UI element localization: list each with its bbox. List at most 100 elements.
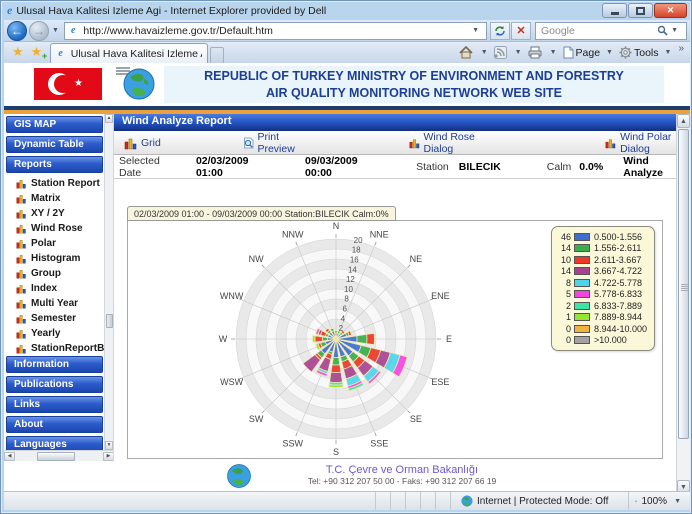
- stop-button[interactable]: ✕: [511, 21, 531, 40]
- main-vertical-scrollbar[interactable]: ▲ ▼: [676, 114, 690, 493]
- print-button[interactable]: [525, 46, 547, 59]
- sidebar-section-information[interactable]: Information: [6, 356, 103, 373]
- maximize-button[interactable]: [628, 3, 653, 18]
- minimize-button[interactable]: [602, 3, 627, 18]
- close-button[interactable]: ✕: [654, 3, 687, 18]
- chart-icon: [124, 138, 137, 149]
- scroll-right-icon[interactable]: ▶: [103, 451, 113, 461]
- sidebar-item-label: StationReportBaseFil: [31, 343, 113, 354]
- svg-text:14: 14: [348, 265, 357, 274]
- toolbar-overflow-icon[interactable]: »: [674, 43, 686, 62]
- chart-series-tab[interactable]: 02/03/2009 01:00 - 09/03/2009 00:00 Stat…: [127, 206, 396, 221]
- refresh-button[interactable]: [490, 21, 510, 40]
- legend-swatch: [573, 324, 590, 333]
- site-banner: ★ REPUBLIC OF TURKEY MINISTRY OF ENVIRON…: [4, 63, 690, 106]
- tools-dropdown-icon[interactable]: ▼: [662, 49, 675, 56]
- search-dropdown-icon[interactable]: ▼: [668, 27, 681, 34]
- zoom-control[interactable]: 100% ▼: [628, 492, 690, 510]
- search-placeholder[interactable]: Google: [541, 25, 657, 37]
- site-title: REPUBLIC OF TURKEY MINISTRY OF ENVIRONME…: [164, 66, 664, 103]
- sidebar-item-stationreportbasefil[interactable]: StationReportBaseFil: [6, 341, 113, 356]
- scroll-up-icon[interactable]: ▲: [105, 114, 113, 123]
- refresh-icon: [495, 25, 505, 36]
- feeds-button[interactable]: [491, 46, 512, 59]
- add-favorite-icon[interactable]: ★ +: [29, 44, 51, 63]
- sidebar-item-label: Polar: [31, 238, 57, 249]
- sidebar-item-yearly[interactable]: Yearly: [6, 326, 103, 341]
- sidebar-item-polar[interactable]: Polar: [6, 236, 103, 251]
- scroll-down-icon[interactable]: ▼: [105, 441, 113, 450]
- sidebar-section-about[interactable]: About: [6, 416, 103, 433]
- new-tab-button[interactable]: [210, 47, 225, 63]
- print-dropdown-icon[interactable]: ▼: [547, 49, 560, 56]
- main-scroll-thumb[interactable]: [678, 129, 689, 439]
- search-box[interactable]: Google ▼: [535, 21, 687, 40]
- sidebar-item-xy-2y[interactable]: XY / 2Y: [6, 206, 103, 221]
- tab-title: Ulusal Hava Kalitesi Izleme Agi: [70, 47, 203, 60]
- home-button[interactable]: [456, 46, 478, 59]
- sidebar-section-publications[interactable]: Publications: [6, 376, 103, 393]
- svg-text:W: W: [219, 334, 228, 344]
- sidebar-item-matrix[interactable]: Matrix: [6, 191, 103, 206]
- feeds-dropdown-icon[interactable]: ▼: [512, 49, 525, 56]
- address-bar[interactable]: e http://www.havaizleme.gov.tr/Default.h…: [63, 21, 487, 40]
- sidebar-item-semester[interactable]: Semester: [6, 311, 103, 326]
- date-from-value: 02/03/2009 01:00: [195, 154, 249, 179]
- legend-row: 14 1.556-2.611: [557, 243, 647, 255]
- report-info-row: Selected Date 02/03/2009 01:00 09/03/200…: [114, 155, 690, 179]
- legend-swatch: [573, 301, 590, 310]
- forward-button[interactable]: →: [29, 20, 49, 41]
- scroll-up-icon[interactable]: ▲: [677, 114, 690, 128]
- status-segment: [405, 492, 420, 510]
- zoom-dropdown-icon[interactable]: ▼: [671, 498, 684, 505]
- sidebar-section-gis-map[interactable]: GIS MAP: [6, 116, 103, 133]
- svg-text:6: 6: [342, 305, 347, 314]
- tools-menu-button[interactable]: Tools: [616, 46, 662, 59]
- print-preview-button[interactable]: Print Preview: [243, 131, 309, 155]
- home-dropdown-icon[interactable]: ▼: [478, 49, 491, 56]
- legend-swatch: [573, 336, 590, 345]
- legend-range-label: 1.556-2.611: [593, 243, 642, 254]
- sidebar-item-label: Index: [31, 283, 58, 294]
- wind-rose-dialog-button[interactable]: Wind Rose Dialog: [409, 131, 494, 155]
- history-dropdown-icon[interactable]: ▼: [49, 27, 62, 34]
- legend-row: 8 4.722-5.778: [557, 277, 647, 289]
- svg-text:ESE: ESE: [431, 377, 449, 387]
- legend-count: 5: [565, 289, 571, 300]
- sidebar-horizontal-scrollbar[interactable]: ◀ ▶: [4, 450, 113, 461]
- legend-count: 8: [565, 277, 571, 288]
- scroll-left-icon[interactable]: ◀: [4, 451, 15, 461]
- chart-icon: [16, 195, 26, 204]
- chart-icon: [16, 210, 26, 219]
- back-button[interactable]: ←: [7, 20, 27, 41]
- sidebar-hscroll-thumb[interactable]: [37, 451, 75, 461]
- selected-date-label: Selected Date: [119, 154, 160, 179]
- legend-row: 10 2.611-3.667: [557, 254, 647, 266]
- address-url[interactable]: http://www.havaizleme.gov.tr/Default.htm: [83, 25, 272, 37]
- sidebar-vertical-scrollbar[interactable]: ▲ ▼: [104, 114, 113, 450]
- browser-tab[interactable]: e Ulusal Hava Kalitesi Izleme Agi: [50, 43, 209, 63]
- sidebar-item-station-report[interactable]: Station Report: [6, 176, 103, 191]
- sidebar-section-reports[interactable]: Reports: [6, 156, 103, 173]
- page-menu-button[interactable]: Page: [560, 46, 604, 59]
- favorites-star-icon[interactable]: ★: [4, 44, 29, 63]
- title-bar: e Ulusal Hava Kalitesi Izleme Agi - Inte…: [1, 1, 691, 20]
- page-dropdown-icon[interactable]: ▼: [603, 49, 616, 56]
- tools-menu-label: Tools: [633, 46, 659, 59]
- sidebar-scroll-thumb[interactable]: [106, 314, 113, 328]
- legend-count: 1: [565, 312, 571, 323]
- sidebar-item-index[interactable]: Index: [6, 281, 103, 296]
- sidebar-item-wind-rose[interactable]: Wind Rose: [6, 221, 103, 236]
- legend-range-label: >10.000: [593, 335, 627, 346]
- chart-icon: [16, 240, 26, 249]
- search-icon[interactable]: [657, 25, 668, 36]
- main-panel: Wind Analyze Report Grid Print Preview W…: [114, 114, 690, 493]
- sidebar-item-histogram[interactable]: Histogram: [6, 251, 103, 266]
- address-dropdown-icon[interactable]: ▼: [469, 27, 482, 34]
- grid-button[interactable]: Grid: [124, 136, 161, 150]
- sidebar-item-multi-year[interactable]: Multi Year: [6, 296, 103, 311]
- home-icon: [459, 46, 473, 59]
- sidebar-item-group[interactable]: Group: [6, 266, 103, 281]
- sidebar-section-dynamic-table[interactable]: Dynamic Table: [6, 136, 103, 153]
- sidebar-section-links[interactable]: Links: [6, 396, 103, 413]
